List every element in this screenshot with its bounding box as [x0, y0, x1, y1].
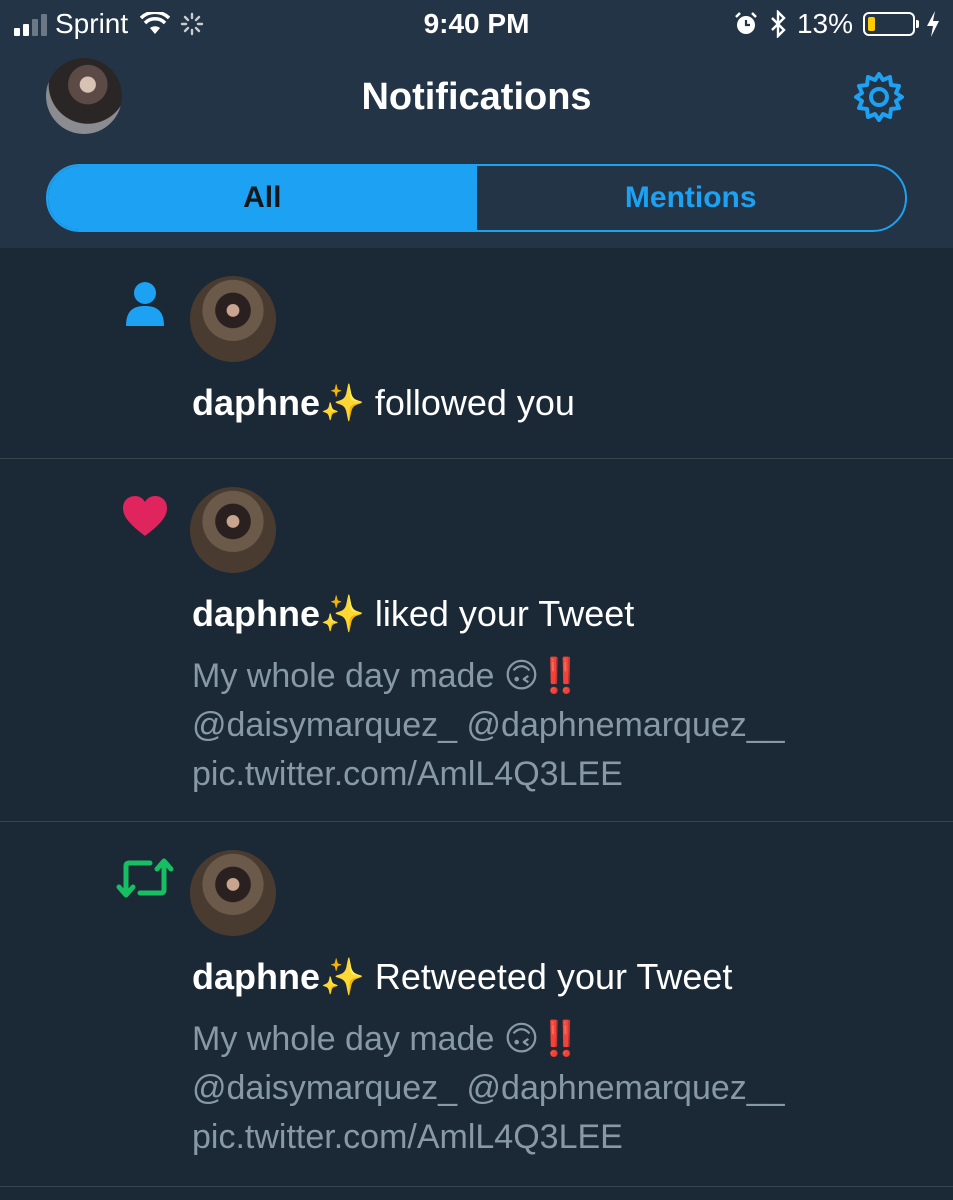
tweet-line: @daisymarquez_ @daphnemarquez__: [192, 1069, 785, 1107]
tab-mentions[interactable]: Mentions: [477, 166, 906, 230]
notification-text: daphne✨ Retweeted your Tweet: [192, 956, 732, 998]
heart-icon: [123, 496, 167, 536]
tweet-line: My whole day made 🙃‼️: [192, 657, 582, 695]
user-name[interactable]: daphne✨: [192, 593, 365, 634]
gear-icon[interactable]: [852, 70, 906, 124]
notification-text: daphne✨ liked your Tweet: [192, 593, 634, 635]
charging-icon: [927, 11, 939, 37]
person-icon: [126, 282, 164, 326]
battery-percent: 13%: [796, 8, 853, 39]
notification-like[interactable]: daphne✨ liked your Tweet My whole day ma…: [0, 459, 953, 822]
avatar[interactable]: [190, 276, 276, 362]
tweet-line: pic.twitter.com/AmlL4Q3LEE: [192, 755, 623, 793]
notifications-tabs: All Mentions: [46, 164, 907, 232]
tweet-line: @daisymarquez_ @daphnemarquez__: [192, 706, 785, 744]
avatar[interactable]: [190, 850, 276, 936]
tweet-preview[interactable]: My whole day made 🙃‼️ @daisymarquez_ @da…: [192, 1015, 785, 1162]
action-text: liked your Tweet: [364, 593, 635, 634]
bluetooth-icon: [771, 10, 786, 38]
status-right-group: 13%: [733, 8, 941, 40]
status-bar: Sprint 9:40 PM 13%: [0, 0, 953, 50]
tweet-preview[interactable]: My whole day made 🙃‼️ @daisymarquez_ @da…: [192, 652, 785, 799]
page-title: Notifications: [361, 76, 592, 118]
tweet-line: pic.twitter.com/AmlL4Q3LEE: [192, 1118, 623, 1156]
retweet-icon: [116, 858, 174, 898]
action-text: followed you: [364, 382, 575, 423]
tweet-line: My whole day made 🙃‼️: [192, 1020, 582, 1058]
action-text: Retweeted your Tweet: [364, 956, 733, 997]
user-name[interactable]: daphne✨: [192, 382, 365, 423]
tab-all[interactable]: All: [48, 166, 477, 230]
alarm-icon: [735, 12, 757, 34]
notification-follow[interactable]: daphne✨ followed you: [0, 248, 953, 459]
avatar[interactable]: [190, 487, 276, 573]
user-name[interactable]: daphne✨: [192, 956, 365, 997]
notification-text: daphne✨ followed you: [192, 382, 575, 424]
battery-icon: [863, 12, 919, 36]
notification-retweet[interactable]: daphne✨ Retweeted your Tweet My whole da…: [0, 822, 953, 1187]
